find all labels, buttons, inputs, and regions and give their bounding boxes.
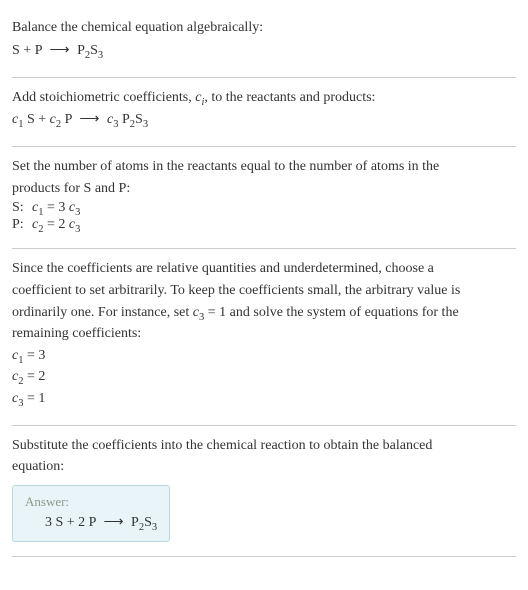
r2: P xyxy=(61,112,72,127)
problem-title: Balance the chemical equation algebraica… xyxy=(12,18,516,38)
unbalanced-equation: S + P ⟶ P2S3 xyxy=(12,42,516,59)
balanced-equation: 3 S + 2 P ⟶ P2S3 xyxy=(25,514,157,531)
arrow: ⟶ xyxy=(79,112,99,127)
sub: 3 xyxy=(75,224,80,235)
result-c1: c1 = 3 xyxy=(12,346,516,366)
section-answer: Substitute the coefficients into the che… xyxy=(12,426,516,557)
instr-pre: Add stoichiometric coefficients, xyxy=(12,90,195,105)
label-s: S: xyxy=(12,200,32,216)
arrow: ⟶ xyxy=(103,515,123,530)
val: = 2 xyxy=(23,369,45,384)
instr-post: , to the reactants and products: xyxy=(204,90,375,105)
l3-mid: = 1 and solve the system of equations fo… xyxy=(204,305,458,320)
p-base: P xyxy=(122,112,130,127)
sub-line2: equation: xyxy=(12,457,516,477)
product-p: P xyxy=(77,43,85,58)
solve-line1: Since the coefficients are relative quan… xyxy=(12,259,516,279)
solve-line2: coefficient to set arbitrarily. To keep … xyxy=(12,281,516,301)
eq-s: c1 = 3 c3 xyxy=(32,200,80,216)
section-atom-balance: Set the number of atoms in the reactants… xyxy=(12,147,516,249)
solve-line3: ordinarily one. For instance, set c3 = 1… xyxy=(12,303,516,323)
p-sub2: 3 xyxy=(152,522,157,533)
r1: S xyxy=(23,112,34,127)
val: = 3 xyxy=(23,348,45,363)
result-c3: c3 = 1 xyxy=(12,389,516,409)
label-p: P: xyxy=(12,217,32,233)
product-s: S xyxy=(90,43,98,58)
p-mid: S xyxy=(135,112,143,127)
balance-row-p: P: c2 = 2 c3 xyxy=(12,217,516,233)
eq: = 2 xyxy=(43,217,68,232)
section-solve: Since the coefficients are relative quan… xyxy=(12,249,516,425)
val: = 1 xyxy=(23,391,45,406)
section-add-coefficients: Add stoichiometric coefficients, ci, to … xyxy=(12,78,516,148)
reaction-arrow: ⟶ xyxy=(49,43,69,58)
answer-box: Answer: 3 S + 2 P ⟶ P2S3 xyxy=(12,485,170,542)
coeff-instruction: Add stoichiometric coefficients, ci, to … xyxy=(12,88,516,108)
coeff-equation: c1 S + c2 P ⟶ c3 P2S3 xyxy=(12,111,516,128)
p-sub2: 3 xyxy=(143,119,148,130)
eq: = 3 xyxy=(43,200,68,215)
sub-line1: Substitute the coefficients into the che… xyxy=(12,436,516,456)
l3-pre: ordinarily one. For instance, set xyxy=(12,305,193,320)
reactant-p: P xyxy=(35,43,42,58)
product-sub2: 3 xyxy=(98,49,103,60)
answer-label: Answer: xyxy=(25,494,157,510)
result-c2: c2 = 2 xyxy=(12,367,516,387)
balance-line1: Set the number of atoms in the reactants… xyxy=(12,157,516,177)
balance-row-s: S: c1 = 3 c3 xyxy=(12,200,516,216)
p-base: P xyxy=(131,515,139,530)
eq-p: c2 = 2 c3 xyxy=(32,217,80,233)
p-mid: S xyxy=(144,515,152,530)
eq-pre: 3 S + 2 P xyxy=(45,515,99,530)
solve-line4: remaining coefficients: xyxy=(12,324,516,344)
balance-line2: products for S and P: xyxy=(12,179,516,199)
reactant-s: S xyxy=(12,43,20,58)
section-problem: Balance the chemical equation algebraica… xyxy=(12,8,516,78)
plus-sign: + xyxy=(23,43,31,58)
plus: + xyxy=(38,112,46,127)
